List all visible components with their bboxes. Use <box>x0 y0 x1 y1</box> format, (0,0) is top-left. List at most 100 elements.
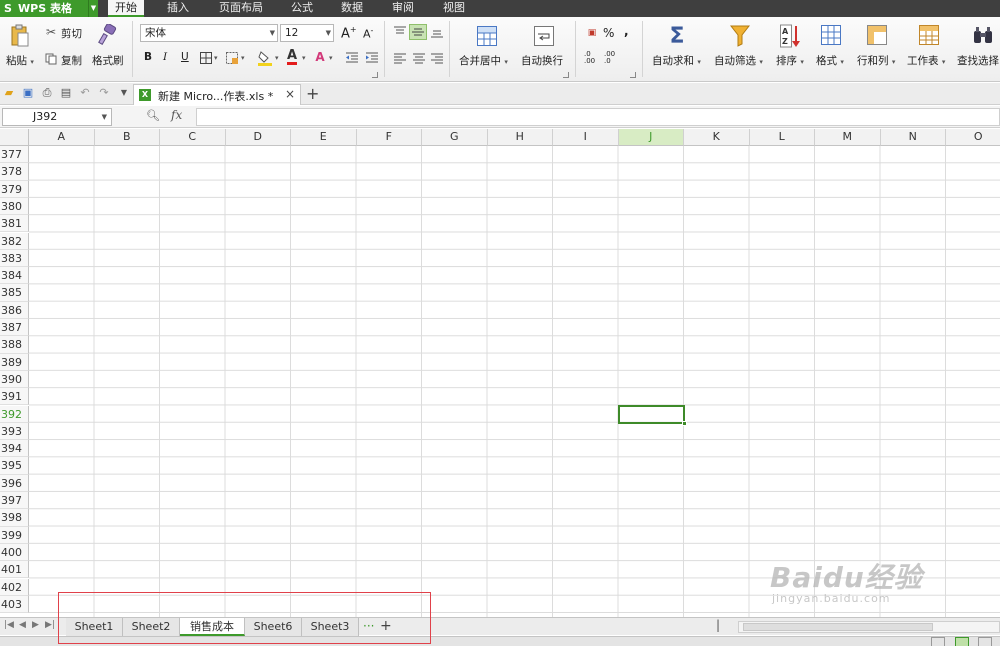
row-header-394[interactable]: 394 <box>0 440 29 458</box>
fill-color-icon[interactable] <box>258 50 272 66</box>
function-button[interactable]: fx <box>171 108 182 122</box>
zoom-icon[interactable]: 🔍︎ <box>146 109 160 122</box>
row-header-385[interactable]: 385 <box>0 284 29 302</box>
row-header-387[interactable]: 387 <box>0 319 29 337</box>
page-break-view-icon[interactable] <box>978 637 992 646</box>
align-bottom-icon[interactable] <box>430 25 444 39</box>
row-header-390[interactable]: 390 <box>0 370 29 389</box>
column-header-a[interactable]: A <box>29 129 95 146</box>
row-header-400[interactable]: 400 <box>0 543 29 562</box>
row-header-395[interactable]: 395 <box>0 457 29 475</box>
tab-view[interactable]: 视图 <box>436 0 472 17</box>
chevron-down-icon[interactable]: ▾ <box>329 54 333 62</box>
redo-icon[interactable]: ↷ <box>97 86 111 100</box>
horizontal-scrollbar[interactable] <box>738 621 1000 633</box>
column-header-f[interactable]: F <box>356 129 422 146</box>
close-icon[interactable]: × <box>285 87 295 101</box>
formula-input[interactable] <box>196 108 1000 126</box>
chevron-down-icon[interactable]: ▾ <box>241 54 245 62</box>
row-header-382[interactable]: 382 <box>0 232 29 250</box>
column-header-g[interactable]: G <box>422 129 488 146</box>
align-top-icon[interactable] <box>393 25 407 39</box>
open-folder-icon[interactable]: ▰ <box>2 86 16 100</box>
row-header-383[interactable]: 383 <box>0 249 29 268</box>
tab-home[interactable]: 开始 <box>108 0 144 17</box>
tab-review[interactable]: 审阅 <box>385 0 421 17</box>
row-header-392[interactable]: 392 <box>0 405 29 423</box>
row-header-389[interactable]: 389 <box>0 353 29 371</box>
row-header-396[interactable]: 396 <box>0 474 29 492</box>
tab-page-layout[interactable]: 页面布局 <box>213 0 269 17</box>
row-header-391[interactable]: 391 <box>0 388 29 406</box>
tab-data[interactable]: 数据 <box>334 0 370 17</box>
tab-insert[interactable]: 插入 <box>160 0 196 17</box>
document-tab[interactable]: X 新建 Micro...作表.xls * × <box>133 84 301 105</box>
column-header-b[interactable]: B <box>94 129 160 146</box>
row-header-399[interactable]: 399 <box>0 526 29 544</box>
column-header-c[interactable]: C <box>160 129 226 146</box>
new-tab-button[interactable]: + <box>306 84 319 103</box>
font-color-icon[interactable]: A <box>285 49 299 65</box>
font-size-select[interactable]: 12 ▼ <box>280 24 334 42</box>
chevron-down-icon[interactable]: ▾ <box>275 54 279 62</box>
column-header-m[interactable]: M <box>815 129 881 146</box>
cell-style-icon[interactable] <box>225 51 239 65</box>
prev-sheet-icon[interactable]: ◀ <box>19 620 26 630</box>
print-icon[interactable]: ⎙ <box>40 86 54 100</box>
row-header-384[interactable]: 384 <box>0 267 29 285</box>
align-left-icon[interactable] <box>393 51 407 65</box>
align-center-icon[interactable] <box>412 51 426 65</box>
row-header-403[interactable]: 403 <box>0 595 29 614</box>
font-name-select[interactable]: 宋体 ▼ <box>140 24 278 42</box>
column-header-h[interactable]: H <box>487 129 553 146</box>
row-header-378[interactable]: 378 <box>0 163 29 181</box>
increase-indent-icon[interactable] <box>365 51 379 65</box>
app-menu-button[interactable]: S WPS 表格 ▼ <box>0 0 98 17</box>
percent-button[interactable]: % <box>603 26 614 40</box>
clear-format-icon[interactable]: A <box>313 50 327 64</box>
currency-icon[interactable]: ▣ <box>585 27 599 39</box>
number-dialog-launcher[interactable] <box>630 72 636 78</box>
row-header-397[interactable]: 397 <box>0 492 29 510</box>
align-middle-icon[interactable] <box>409 24 427 40</box>
row-header-393[interactable]: 393 <box>0 422 29 441</box>
column-header-l[interactable]: L <box>749 129 815 146</box>
row-header-401[interactable]: 401 <box>0 561 29 579</box>
row-header-380[interactable]: 380 <box>0 197 29 216</box>
chevron-down-icon[interactable]: ▾ <box>302 54 306 62</box>
column-header-d[interactable]: D <box>225 129 291 146</box>
column-header-n[interactable]: N <box>880 129 946 146</box>
row-header-381[interactable]: 381 <box>0 215 29 233</box>
row-header-377[interactable]: 377 <box>0 146 29 164</box>
comma-button[interactable]: , <box>624 24 629 38</box>
column-header-i[interactable]: I <box>553 129 619 146</box>
align-right-icon[interactable] <box>430 51 444 65</box>
normal-view-icon[interactable] <box>931 637 945 646</box>
row-header-398[interactable]: 398 <box>0 509 29 527</box>
bold-button[interactable]: B <box>144 51 152 63</box>
save-icon[interactable]: ▣ <box>21 86 35 100</box>
italic-button[interactable]: I <box>163 51 167 63</box>
borders-icon[interactable] <box>199 51 213 65</box>
row-header-388[interactable]: 388 <box>0 336 29 354</box>
print-preview-icon[interactable]: ▤ <box>59 86 73 100</box>
chevron-down-icon[interactable]: ▼ <box>88 0 98 17</box>
active-cell[interactable] <box>617 404 687 426</box>
cell-area[interactable] <box>29 146 1000 617</box>
page-layout-view-icon[interactable] <box>955 637 969 646</box>
undo-icon[interactable]: ↶ <box>78 86 92 100</box>
decrease-indent-icon[interactable] <box>345 51 359 65</box>
alignment-dialog-launcher[interactable] <box>563 72 569 78</box>
last-sheet-icon[interactable]: ▶| <box>45 620 55 630</box>
first-sheet-icon[interactable]: |◀ <box>4 620 14 630</box>
next-sheet-icon[interactable]: ▶ <box>32 620 39 630</box>
row-header-402[interactable]: 402 <box>0 578 29 596</box>
column-header-e[interactable]: E <box>291 129 357 146</box>
name-box[interactable]: J392 ▼ <box>2 108 112 126</box>
underline-button[interactable]: U <box>181 51 189 63</box>
row-header-386[interactable]: 386 <box>0 301 29 319</box>
decrease-decimal-button[interactable]: .00 .0 <box>604 51 618 65</box>
horizontal-scroll-thumb[interactable] <box>743 623 933 631</box>
shrink-font-button[interactable]: A- <box>363 26 373 41</box>
fill-handle[interactable] <box>682 420 687 426</box>
